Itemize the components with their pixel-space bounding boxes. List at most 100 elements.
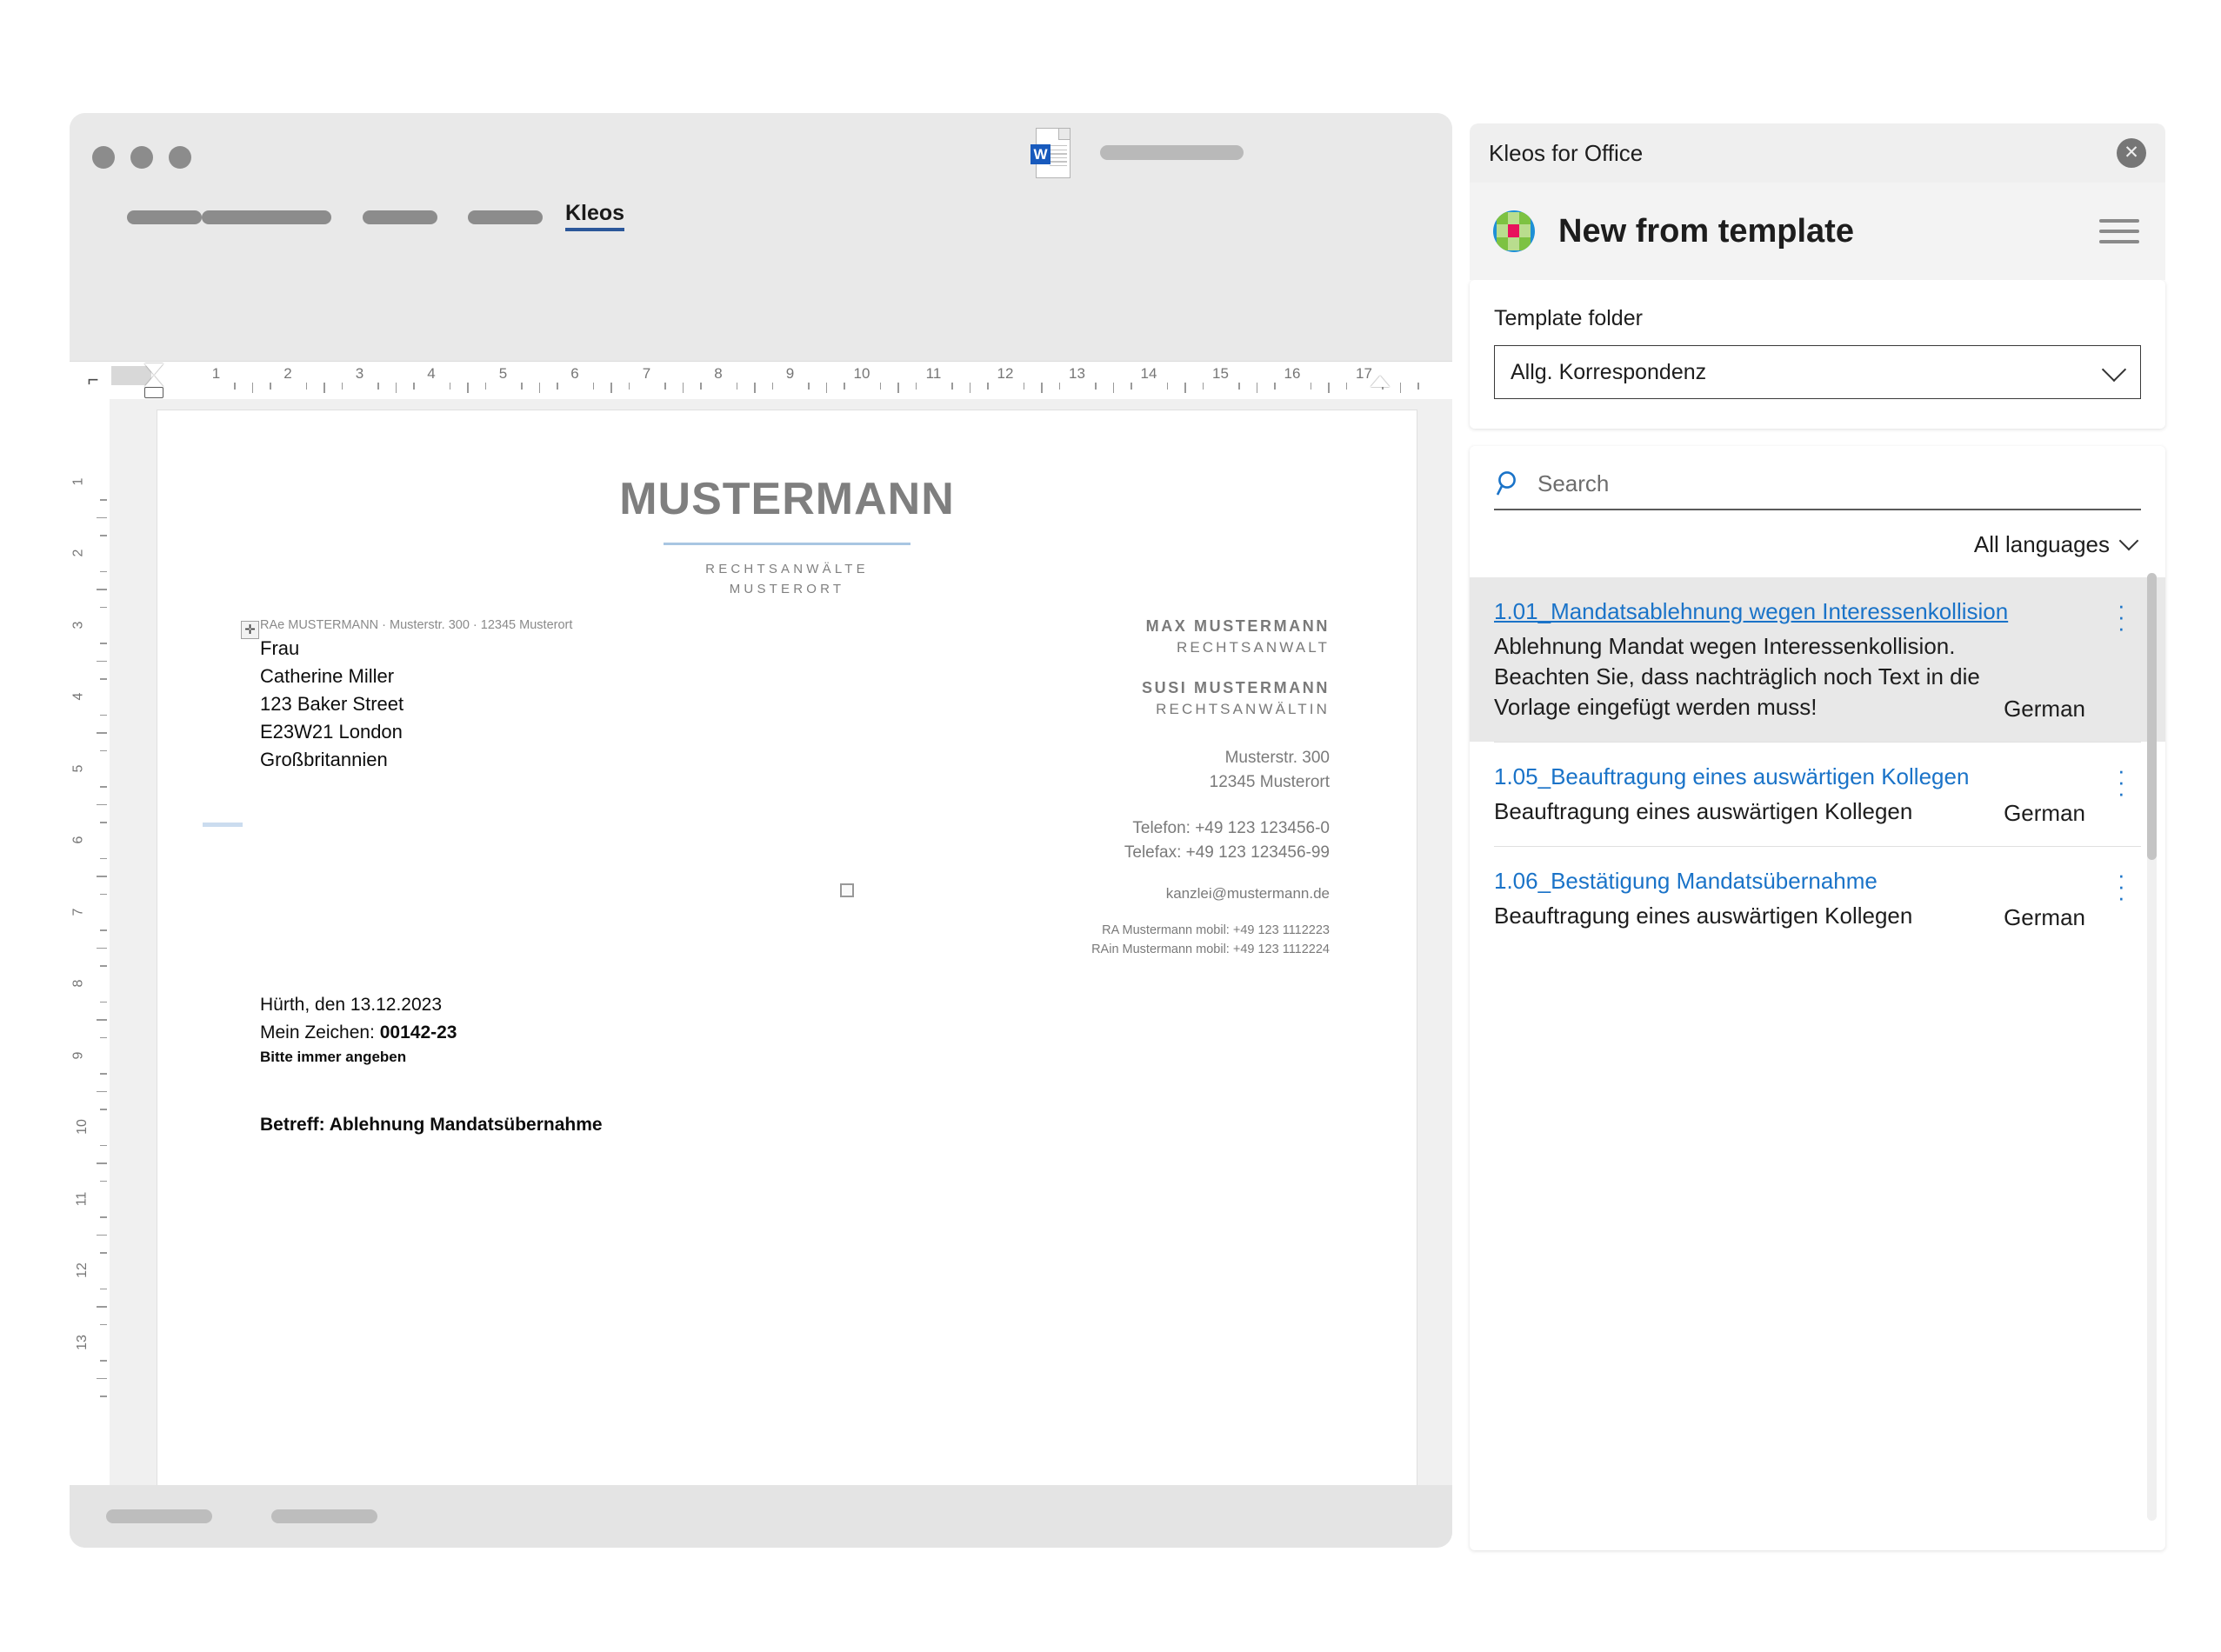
horizontal-ruler[interactable]: ⌐ 1234567891011121314151617 [70,361,1452,399]
ribbon-tab-placeholder-1[interactable] [127,210,202,224]
template-more-options-icon[interactable]: ··· [2118,600,2124,634]
ruler-tick [1238,383,1239,390]
vruler-mark-11: 11 [74,1191,90,1206]
template-list[interactable]: 1.01_Mandatsablehnung wegen Interessenko… [1494,577,2141,950]
template-description: Beauftragung eines auswärtigen Kollegen [1494,796,1991,827]
content-control-anchor[interactable] [840,883,854,897]
ruler-tick [700,383,701,390]
vruler-tick [97,589,107,590]
template-more-options-icon[interactable]: ··· [2118,869,2124,903]
vruler-tick [97,1306,107,1307]
vruler-tick [100,499,107,500]
left-indent-marker[interactable] [144,387,163,398]
screenshot-root: W Kleos [0,0,2221,1652]
ruler-tick [539,383,540,393]
word-document-icon: W [1030,128,1072,178]
ruler-track: 1234567891011121314151617 [111,362,1452,400]
vruler-mark-4: 4 [70,693,86,701]
ribbon-tab-placeholder-5[interactable] [468,210,543,224]
template-list-item[interactable]: 1.06_Bestätigung Mandatsübernahme Beauftr… [1494,846,2141,950]
search-input[interactable]: Search [1537,470,1609,497]
minimize-window-button[interactable] [130,146,153,169]
vruler-tick [100,1181,107,1182]
template-list-scrollbar[interactable] [2147,573,2157,1521]
date-reference-block: Hürth, den 13.12.2023 Mein Zeichen: 0014… [260,991,457,1069]
task-pane-header: Kleos for Office ✕ [1470,123,2165,183]
vruler-tick [100,750,107,751]
vruler-tick [97,804,107,805]
template-list-item[interactable]: 1.01_Mandatsablehnung wegen Interessenko… [1470,577,2165,742]
firm-phone-block: Telefon: +49 123 123456-0 Telefax: +49 1… [1091,816,1330,864]
ruler-tick [754,383,755,393]
recipient-salutation: Frau [260,635,404,663]
ruler-tick [593,383,594,390]
fold-mark [203,823,243,827]
document-canvas[interactable]: MUSTERMANN RECHTSANWÄLTE MUSTERORT ✛ RAe… [110,399,1452,1486]
vruler-tick [100,1037,107,1038]
template-folder-select[interactable]: Allg. Korrespondenz [1494,345,2141,399]
ruler-mark-4: 4 [427,365,435,383]
tab-stop-selector-icon[interactable]: ⌐ [82,369,104,391]
template-description-row: Beauftragung eines auswärtigen KollegenG… [1494,796,2085,827]
ruler-tick [880,383,881,390]
vruler-mark-8: 8 [70,980,86,988]
close-icon[interactable]: ✕ [2117,138,2146,168]
vruler-mark-12: 12 [75,1262,90,1278]
ruler-tick [1113,383,1114,393]
ruler-tick [916,383,917,390]
template-title-link[interactable]: 1.06_Bestätigung Mandatsübernahme [1494,866,2085,896]
recipient-city: E23W21 London [260,718,404,746]
template-folder-label: Template folder [1494,306,2141,331]
ruler-mark-11: 11 [926,365,942,383]
ribbon-tab-placeholder-4[interactable] [363,210,437,224]
vruler-tick [100,929,107,930]
scrollbar-thumb[interactable] [2147,573,2157,860]
language-filter[interactable]: All languages [1494,531,2141,558]
ruler-tick [610,383,611,393]
ruler-tick [629,383,630,390]
first-line-indent-marker[interactable] [144,363,163,375]
ruler-mark-8: 8 [714,365,722,383]
template-list-card: Search All languages 1.01_Mandatsablehnu… [1470,446,2165,1550]
vruler-mark-3: 3 [70,621,86,629]
search-row[interactable]: Search [1494,469,2141,510]
ribbon-tab-placeholder-3[interactable] [257,210,331,224]
letterhead-line-1: RECHTSANWÄLTE [157,559,1417,579]
window-controls[interactable] [92,146,191,169]
hamburger-menu-icon[interactable] [2099,212,2139,250]
vruler-tick [97,1378,107,1379]
vruler-tick [97,661,107,662]
letterhead-firm-name: MUSTERMANN [157,473,1417,525]
ruler-tick [1274,383,1275,390]
template-more-options-icon[interactable]: ··· [2118,765,2124,799]
ruler-mark-9: 9 [786,365,794,383]
vertical-ruler[interactable]: 12345678910111213 [70,399,110,1486]
vruler-tick [100,894,107,895]
firm-city: 12345 Musterort [1091,770,1330,795]
template-title-link[interactable]: 1.01_Mandatsablehnung wegen Interessenko… [1494,596,2085,626]
kleos-logo-icon [1491,207,1539,256]
ruler-tick [1184,383,1185,393]
text-frame-move-handle[interactable]: ✛ [241,621,259,639]
template-list-item[interactable]: 1.05_Beauftragung eines auswärtigen Koll… [1494,742,2141,846]
search-icon [1494,469,1524,498]
hanging-indent-marker[interactable] [144,376,163,387]
ribbon-tab-bar: Kleos [70,197,1452,247]
ribbon-tab-kleos[interactable]: Kleos [565,201,624,231]
date-line: Hürth, den 13.12.2023 [260,991,457,1019]
vruler-mark-10: 10 [75,1119,90,1135]
ruler-tick [772,383,773,390]
maximize-window-button[interactable] [169,146,191,169]
document-page[interactable]: MUSTERMANN RECHTSANWÄLTE MUSTERORT ✛ RAe… [157,410,1417,1486]
recipient-address-block[interactable]: Frau Catherine Miller 123 Baker Street E… [260,635,404,773]
vruler-tick [100,786,107,787]
template-title-link[interactable]: 1.05_Beauftragung eines auswärtigen Koll… [1494,762,2085,791]
ruler-mark-5: 5 [499,365,507,383]
right-indent-marker[interactable] [1371,376,1390,387]
close-window-button[interactable] [92,146,115,169]
template-description-row: Beauftragung eines auswärtigen KollegenG… [1494,901,2085,931]
ruler-tick [342,383,343,390]
reference-value: 00142-23 [380,1023,457,1042]
template-folder-value: Allg. Korrespondenz [1511,360,1706,385]
ruler-mark-16: 16 [1284,365,1301,383]
